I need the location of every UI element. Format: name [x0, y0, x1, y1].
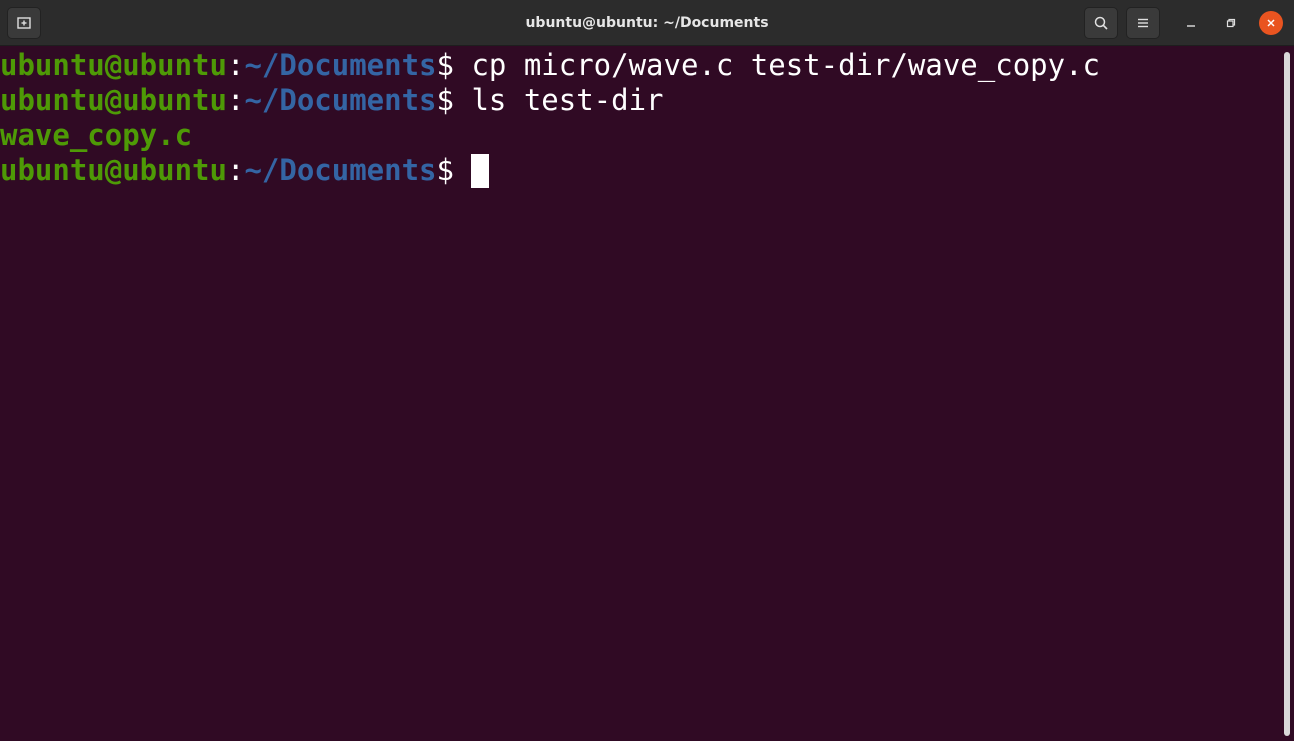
- command-text: ls test-dir: [453, 83, 664, 117]
- prompt-symbol: $: [436, 48, 454, 82]
- close-button[interactable]: [1259, 11, 1283, 35]
- title-bar[interactable]: ubuntu@ubuntu: ~/Documents: [0, 0, 1294, 46]
- menu-button[interactable]: [1126, 7, 1160, 39]
- search-icon: [1094, 16, 1108, 30]
- prompt-colon: :: [226, 153, 245, 187]
- terminal-line: ubuntu@ubuntu:~/Documents$ cp micro/wave…: [0, 48, 1100, 83]
- prompt-path: ~/Documents: [244, 153, 437, 187]
- terminal-line: wave_copy.c: [0, 118, 192, 153]
- prompt-symbol: $: [436, 83, 454, 117]
- command-text: [454, 153, 471, 187]
- terminal-line: ubuntu@ubuntu:~/Documents$: [0, 153, 490, 188]
- hamburger-menu-icon: [1138, 18, 1148, 28]
- new-tab-icon: [17, 17, 31, 29]
- terminal-window: ubuntu@ubuntu: ~/Documents ubuntu@ubuntu…: [0, 0, 1294, 741]
- vertical-scrollbar[interactable]: [1280, 46, 1294, 741]
- command-output: wave_copy.c: [0, 118, 193, 152]
- terminal-line: ubuntu@ubuntu:~/Documents$ ls test-dir: [0, 83, 664, 118]
- prompt-path: ~/Documents: [244, 83, 437, 117]
- command-text: cp micro/wave.c test-dir/wave_copy.c: [453, 48, 1100, 82]
- close-icon: [1267, 19, 1275, 27]
- new-tab-button[interactable]: [7, 7, 41, 39]
- minimize-button[interactable]: [1179, 11, 1203, 35]
- prompt-user-host: ubuntu@ubuntu: [0, 83, 227, 117]
- minimize-icon: [1187, 25, 1195, 27]
- prompt-user-host: ubuntu@ubuntu: [0, 153, 227, 187]
- prompt-symbol: $: [436, 153, 454, 187]
- maximize-button[interactable]: [1219, 11, 1243, 35]
- prompt-path: ~/Documents: [244, 48, 437, 82]
- search-button[interactable]: [1084, 7, 1118, 39]
- prompt-user-host: ubuntu@ubuntu: [0, 48, 227, 82]
- terminal-output-area[interactable]: ubuntu@ubuntu:~/Documents$ cp micro/wave…: [0, 46, 1280, 741]
- prompt-colon: :: [226, 83, 245, 117]
- scrollbar-thumb[interactable]: [1284, 52, 1290, 736]
- text-cursor: [471, 154, 490, 188]
- prompt-colon: :: [226, 48, 245, 82]
- maximize-icon: [1226, 18, 1236, 28]
